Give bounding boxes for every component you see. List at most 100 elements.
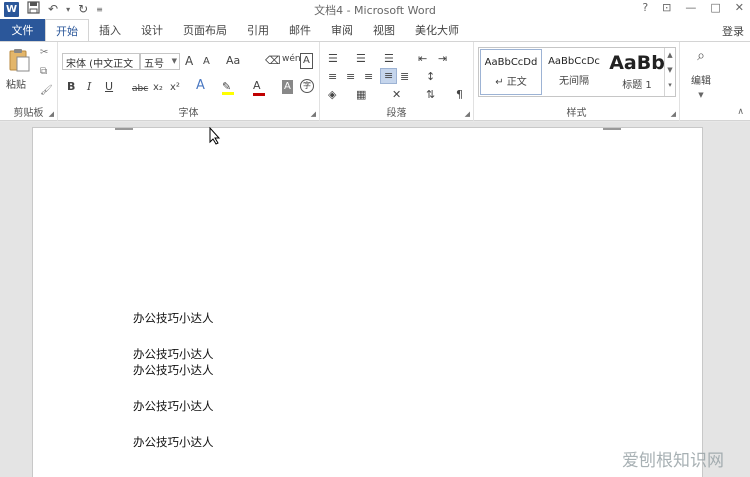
maximize-icon[interactable]: □ [710, 1, 720, 14]
character-shading-button[interactable]: A [282, 80, 293, 94]
align-left-icon[interactable]: ≡ [328, 70, 337, 84]
paste-icon[interactable] [8, 48, 30, 72]
subscript-button[interactable]: x₂ [153, 81, 163, 95]
enclose-characters-button[interactable]: 字 [300, 79, 314, 93]
tab-1[interactable]: 插入 [89, 19, 131, 41]
justify-icon[interactable]: ≡ [380, 68, 398, 84]
style-heading-1[interactable]: AaBb 标题 1 [606, 49, 668, 95]
document-paragraph[interactable]: 办公技巧小达人 [133, 310, 214, 326]
tab-0[interactable]: 开始 [45, 19, 89, 42]
group-font: 宋体 (中文正文 五号 ▼ A A Aa ⌫ wén A B I U abc x… [58, 42, 320, 121]
distributed-icon[interactable]: ≣ [400, 70, 409, 84]
tab-file[interactable]: 文件 [0, 19, 45, 41]
document-paragraph[interactable]: 办公技巧小达人 [133, 398, 214, 414]
style-sample: AaBbCcDc [548, 56, 600, 67]
paragraph-launcher-icon[interactable]: ◢ [465, 110, 470, 118]
tab-8[interactable]: 美化大师 [405, 19, 469, 41]
superscript-button[interactable]: x² [170, 81, 180, 95]
font-color-glyph: A [253, 79, 261, 92]
style-sample: AaBb [609, 52, 665, 74]
document-paragraph[interactable]: 办公技巧小达人 [133, 434, 214, 450]
font-size-combo[interactable]: 五号 ▼ [140, 53, 180, 70]
ribbon-tabs: 开始 插入 设计 页面布局 引用 邮件 审阅 视图 美化大师 [45, 19, 469, 42]
tab-2[interactable]: 设计 [131, 19, 173, 41]
ribbon-display-options-icon[interactable]: ⊡ [662, 1, 671, 14]
style-normal[interactable]: AaBbCcDd ↵ 正文 [480, 49, 542, 95]
group-paragraph: ☰ ☰ ☰ ⇤ ⇥ ≡ ≡ ≡ ≡ ≣ ↕ ◈ ▦ ✕ ⇅ ¶ 段落 ◢ [320, 42, 474, 121]
chevron-down-icon: ▼ [698, 91, 704, 99]
chevron-down-icon[interactable]: ▼ [665, 63, 675, 78]
highlight-icon[interactable]: ✎ [222, 80, 234, 95]
styles-scroll[interactable]: ▲ ▼ ▾ [664, 48, 675, 96]
font-launcher-icon[interactable]: ◢ [311, 110, 316, 118]
chevron-up-icon[interactable]: ▲ [665, 48, 675, 63]
cut-icon[interactable]: ✂ [40, 47, 48, 58]
ribbon: 粘贴 ✂ ⧉ 🖌 剪贴板 ◢ 宋体 (中文正文 五号 ▼ A A Aa ⌫ wé… [0, 41, 750, 121]
title-bar: W ↶ ▾ ↻ ≡ 文档4 - Microsoft Word ? ⊡ — □ ✕ [0, 0, 750, 19]
tab-5[interactable]: 邮件 [279, 19, 321, 41]
change-case-icon[interactable]: Aa [226, 54, 240, 68]
tab-7[interactable]: 视图 [363, 19, 405, 41]
styles-gallery: AaBbCcDd ↵ 正文 AaBbCcDc 无间隔 AaBb 标题 1 ▲ ▼… [478, 47, 676, 97]
font-name-combo[interactable]: 宋体 (中文正文 [62, 53, 140, 70]
multilevel-list-icon[interactable]: ☰ [384, 52, 394, 66]
login-link[interactable]: 登录 [722, 23, 744, 39]
phonetic-guide-icon[interactable]: wén [282, 52, 301, 66]
character-border-icon[interactable]: A [300, 53, 313, 69]
group-label-font: 字体 [178, 108, 199, 119]
bold-button[interactable]: B [67, 80, 75, 94]
tab-3[interactable]: 页面布局 [173, 19, 237, 41]
show-marks-icon[interactable]: ¶ [456, 88, 463, 102]
style-name: ↵ 正文 [495, 77, 527, 88]
sort-icon[interactable]: ⇅ [426, 88, 435, 102]
font-color-button[interactable]: A [253, 79, 265, 96]
align-center-icon[interactable]: ≡ [346, 70, 355, 84]
document-page[interactable]: 办公技巧小达人 办公技巧小达人 办公技巧小达人 办公技巧小达人 办公技巧小达人 [32, 127, 703, 477]
group-label-paragraph: 段落 [386, 108, 407, 119]
margin-mark-right [603, 128, 621, 130]
numbering-icon[interactable]: ☰ [356, 52, 366, 66]
margin-mark-left [115, 128, 133, 130]
paste-button-label[interactable]: 粘贴 [6, 76, 26, 91]
increase-indent-icon[interactable]: ⇥ [438, 52, 447, 66]
underline-button[interactable]: U [105, 80, 113, 94]
help-icon[interactable]: ? [642, 1, 648, 14]
chinese-layout-icon[interactable]: ✕ [392, 88, 401, 102]
editing-button[interactable]: ⌕ 编辑 ▼ [686, 48, 716, 100]
align-right-icon[interactable]: ≡ [364, 70, 373, 84]
borders-icon[interactable]: ▦ [356, 88, 366, 102]
more-styles-icon[interactable]: ▾ [665, 78, 675, 93]
font-name-value: 宋体 (中文正文 [66, 59, 134, 70]
shading-icon[interactable]: ◈ [328, 88, 336, 102]
document-paragraph[interactable]: 办公技巧小达人 [133, 346, 214, 362]
shrink-font-icon[interactable]: A [203, 55, 210, 69]
watermark-text: 爱刨根知识网 [622, 451, 724, 471]
minimize-icon[interactable]: — [685, 1, 696, 14]
style-name: 无间隔 [559, 76, 589, 87]
ribbon-tabs-row: 文件 开始 插入 设计 页面布局 引用 邮件 审阅 视图 美化大师 登录 [0, 19, 750, 42]
tab-6[interactable]: 审阅 [321, 19, 363, 41]
binoculars-icon: ⌕ [697, 48, 705, 64]
format-painter-icon[interactable]: 🖌 [40, 85, 53, 96]
tab-4[interactable]: 引用 [237, 19, 279, 41]
document-paragraph[interactable]: 办公技巧小达人 [133, 362, 214, 378]
group-label-styles: 样式 [566, 108, 587, 119]
style-sample: AaBbCcDd [484, 57, 538, 68]
clipboard-launcher-icon[interactable]: ◢ [49, 110, 54, 118]
style-no-spacing[interactable]: AaBbCcDc 无间隔 [543, 49, 605, 95]
document-area: 办公技巧小达人 办公技巧小达人 办公技巧小达人 办公技巧小达人 办公技巧小达人 爱刨根知… [0, 122, 750, 477]
grow-font-icon[interactable]: A [185, 54, 193, 68]
window-title: 文档4 - Microsoft Word [314, 4, 436, 17]
strikethrough-button[interactable]: abc [132, 82, 148, 96]
text-effects-button[interactable]: A [196, 79, 205, 93]
clear-formatting-icon[interactable]: ⌫ [265, 54, 281, 68]
italic-button[interactable]: I [87, 80, 91, 94]
bullets-icon[interactable]: ☰ [328, 52, 338, 66]
close-icon[interactable]: ✕ [735, 1, 744, 14]
mouse-cursor-icon [209, 127, 221, 145]
decrease-indent-icon[interactable]: ⇤ [418, 52, 427, 66]
copy-icon[interactable]: ⧉ [40, 66, 47, 77]
line-spacing-icon[interactable]: ↕ [426, 70, 435, 84]
collapse-ribbon-icon[interactable]: ∧ [737, 107, 744, 117]
styles-launcher-icon[interactable]: ◢ [671, 110, 676, 118]
